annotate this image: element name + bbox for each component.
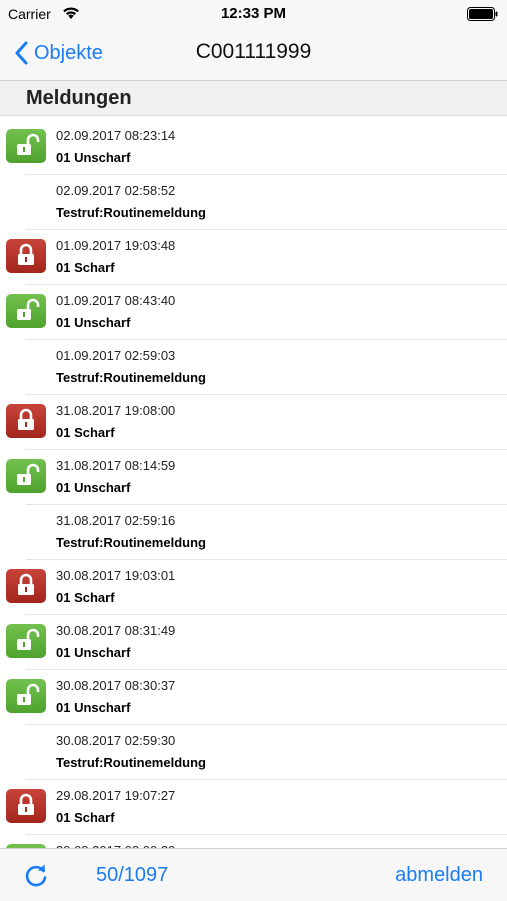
- page-counter: 50/1097: [96, 864, 169, 886]
- message-row[interactable]: 31.08.2017 02:59:16 Testruf:Routinemeldun…: [26, 505, 507, 560]
- unlocked-icon: [6, 129, 46, 163]
- message-list[interactable]: 02.09.2017 08:23:14 01 Unscharf 02.09.2017…: [0, 120, 507, 848]
- message-text: 01 Scharf: [56, 810, 115, 825]
- message-row[interactable]: 29.08.2017 19:07:27 01 Scharf: [6, 780, 507, 835]
- section-title: Meldungen: [26, 87, 132, 109]
- message-timestamp: 31.08.2017 08:14:59: [56, 458, 176, 473]
- locked-icon: [6, 239, 46, 273]
- message-row-content: 02.09.2017 02:58:52 Testruf:Routinemeldun…: [0, 175, 507, 229]
- message-text: 01 Scharf: [56, 425, 115, 440]
- message-timestamp: 30.08.2017 08:30:37: [56, 678, 176, 693]
- message-timestamp: 01.09.2017 08:43:40: [56, 293, 176, 308]
- unlocked-icon: [6, 624, 46, 658]
- message-text: 01 Unscharf: [56, 150, 131, 165]
- message-text: 01 Scharf: [56, 590, 115, 605]
- message-text: Testruf:Routinemeldung: [56, 535, 206, 550]
- message-row[interactable]: 02.09.2017 08:23:14 01 Unscharf: [6, 120, 507, 175]
- battery-icon: [467, 7, 498, 21]
- refresh-icon[interactable]: [22, 862, 50, 890]
- page-title: C001111999: [195, 40, 312, 63]
- message-timestamp: 02.09.2017 08:23:14: [56, 128, 176, 143]
- message-timestamp: 30.08.2017 08:31:49: [56, 623, 176, 638]
- message-timestamp: 29.08.2017 19:07:27: [56, 788, 176, 803]
- message-row-content: 01.09.2017 08:43:40 01 Unscharf: [0, 285, 507, 339]
- message-row[interactable]: 30.08.2017 08:31:49 01 Unscharf: [6, 615, 507, 670]
- unlocked-icon: [6, 294, 46, 328]
- message-row-content: 30.08.2017 08:30:37 01 Unscharf: [0, 670, 507, 724]
- message-text: 01 Scharf: [56, 260, 115, 275]
- message-row-content: 29.08.2017 19:07:27 01 Scharf: [0, 780, 507, 834]
- message-row[interactable]: 30.08.2017 08:30:37 01 Unscharf: [6, 670, 507, 725]
- message-text: Testruf:Routinemeldung: [56, 370, 206, 385]
- message-text: 01 Unscharf: [56, 645, 131, 660]
- unlocked-icon: [6, 459, 46, 493]
- message-text: Testruf:Routinemeldung: [56, 205, 206, 220]
- message-text: 01 Unscharf: [56, 480, 131, 495]
- message-timestamp: 31.08.2017 02:59:16: [56, 513, 176, 528]
- message-timestamp: 30.08.2017 19:03:01: [56, 568, 176, 583]
- message-row[interactable]: 29.08.2017 08:00:20: [6, 835, 507, 848]
- message-text: 01 Unscharf: [56, 700, 131, 715]
- message-timestamp: 30.08.2017 02:59:30: [56, 733, 176, 748]
- message-row-content: 29.08.2017 08:00:20: [0, 835, 507, 848]
- message-timestamp: 31.08.2017 19:08:00: [56, 403, 176, 418]
- message-row[interactable]: 31.08.2017 19:08:00 01 Scharf: [6, 395, 507, 450]
- locked-icon: [6, 404, 46, 438]
- message-row[interactable]: 30.08.2017 02:59:30 Testruf:Routinemeldun…: [26, 725, 507, 780]
- bottom-toolbar: 50/1097 abmelden: [0, 848, 507, 901]
- section-header: Meldungen: [0, 81, 507, 116]
- message-row-content: 01.09.2017 02:59:03 Testruf:Routinemeldun…: [0, 340, 507, 394]
- locked-icon: [6, 569, 46, 603]
- message-timestamp: 01.09.2017 19:03:48: [56, 238, 176, 253]
- message-text: 01 Unscharf: [56, 315, 131, 330]
- message-row-content: 31.08.2017 19:08:00 01 Scharf: [0, 395, 507, 449]
- message-row[interactable]: 01.09.2017 02:59:03 Testruf:Routinemeldun…: [26, 340, 507, 395]
- locked-icon: [6, 789, 46, 823]
- message-text: Testruf:Routinemeldung: [56, 755, 206, 770]
- logout-button[interactable]: abmelden: [395, 864, 483, 887]
- message-row[interactable]: 30.08.2017 19:03:01 01 Scharf: [6, 560, 507, 615]
- message-row[interactable]: 01.09.2017 19:03:48 01 Scharf: [6, 230, 507, 285]
- message-row-content: 30.08.2017 02:59:30 Testruf:Routinemeldun…: [0, 725, 507, 779]
- message-timestamp: 02.09.2017 02:58:52: [56, 183, 176, 198]
- message-row[interactable]: 31.08.2017 08:14:59 01 Unscharf: [6, 450, 507, 505]
- message-row-content: 30.08.2017 08:31:49 01 Unscharf: [0, 615, 507, 669]
- message-row[interactable]: 01.09.2017 08:43:40 01 Unscharf: [6, 285, 507, 340]
- message-row-content: 31.08.2017 02:59:16 Testruf:Routinemeldun…: [0, 505, 507, 559]
- message-row-content: 30.08.2017 19:03:01 01 Scharf: [0, 560, 507, 614]
- clock: 12:33 PM: [220, 5, 287, 22]
- message-row[interactable]: 02.09.2017 02:58:52 Testruf:Routinemeldun…: [26, 175, 507, 230]
- status-bar: Carrier 12:33 PM: [0, 0, 507, 28]
- message-timestamp: 01.09.2017 02:59:03: [56, 348, 176, 363]
- message-row-content: 01.09.2017 19:03:48 01 Scharf: [0, 230, 507, 284]
- message-row-content: 31.08.2017 08:14:59 01 Unscharf: [0, 450, 507, 504]
- unlocked-icon: [6, 679, 46, 713]
- navigation-bar: Objekte C001111999: [0, 28, 507, 81]
- message-row-content: 02.09.2017 08:23:14 01 Unscharf: [0, 120, 507, 174]
